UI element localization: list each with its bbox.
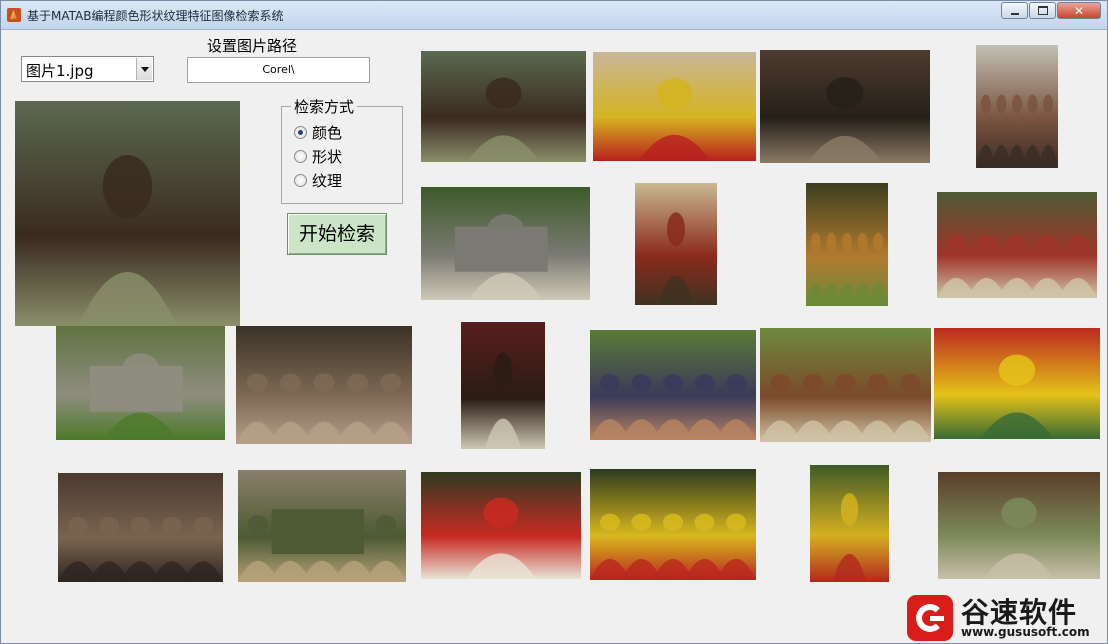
watermark-url: www.gususoft.com [961, 625, 1090, 639]
result-image[interactable] [760, 328, 931, 442]
result-image[interactable] [590, 469, 756, 580]
title-bar: 基于MATAB编程颜色形状纹理特征图像检索系统 ✕ [1, 1, 1107, 30]
minimize-icon [1010, 12, 1019, 15]
radio-texture-button[interactable] [294, 173, 307, 187]
result-image[interactable] [934, 328, 1100, 439]
result-image[interactable] [238, 470, 406, 582]
window-controls: ✕ [1000, 2, 1101, 19]
radio-color[interactable]: 颜色 [294, 122, 342, 142]
radio-color-label: 颜色 [312, 123, 343, 142]
main-window: 基于MATAB编程颜色形状纹理特征图像检索系统 ✕ 图片1.jpg 设置图片路径… [0, 0, 1108, 644]
start-search-button[interactable]: 开始检索 [287, 213, 387, 255]
query-image [15, 101, 240, 326]
maximize-icon [1037, 6, 1048, 15]
result-image[interactable] [976, 45, 1058, 168]
radio-shape[interactable]: 形状 [294, 146, 342, 166]
radio-shape-label: 形状 [312, 147, 343, 166]
watermark-logo: 谷速软件 www.gususoft.com [907, 587, 1107, 643]
radio-texture-label: 纹理 [312, 171, 343, 190]
result-image[interactable] [590, 330, 756, 440]
radio-texture[interactable]: 纹理 [294, 170, 342, 190]
result-image[interactable] [806, 183, 888, 306]
gususoft-logo-icon [907, 595, 953, 641]
result-image[interactable] [58, 473, 223, 582]
maximize-button[interactable] [1029, 2, 1056, 19]
close-icon: ✕ [1073, 3, 1085, 18]
result-image[interactable] [421, 472, 581, 579]
chevron-down-icon[interactable] [136, 58, 152, 80]
result-image[interactable] [56, 326, 225, 440]
result-image[interactable] [461, 322, 545, 449]
result-image[interactable] [635, 183, 717, 305]
radio-shape-button[interactable] [294, 149, 307, 163]
result-image[interactable] [810, 465, 889, 582]
close-button[interactable]: ✕ [1057, 2, 1101, 19]
result-image[interactable] [593, 52, 756, 161]
result-image[interactable] [421, 187, 590, 300]
result-image[interactable] [236, 326, 412, 444]
radio-color-button[interactable] [294, 125, 307, 139]
image-path-field[interactable]: Corel\ [187, 57, 370, 83]
image-select-dropdown[interactable]: 图片1.jpg [21, 56, 154, 82]
window-title: 基于MATAB编程颜色形状纹理特征图像检索系统 [27, 9, 284, 23]
result-image[interactable] [421, 51, 586, 162]
search-method-legend: 检索方式 [291, 96, 358, 117]
minimize-button[interactable] [1001, 2, 1028, 19]
image-select-value: 图片1.jpg [26, 62, 94, 80]
path-label: 设置图片路径 [207, 37, 298, 55]
result-image[interactable] [937, 192, 1097, 298]
result-image[interactable] [760, 50, 930, 163]
matlab-app-icon [7, 8, 21, 22]
search-method-group: 检索方式 颜色 形状 纹理 [281, 96, 403, 204]
result-image[interactable] [938, 472, 1100, 579]
